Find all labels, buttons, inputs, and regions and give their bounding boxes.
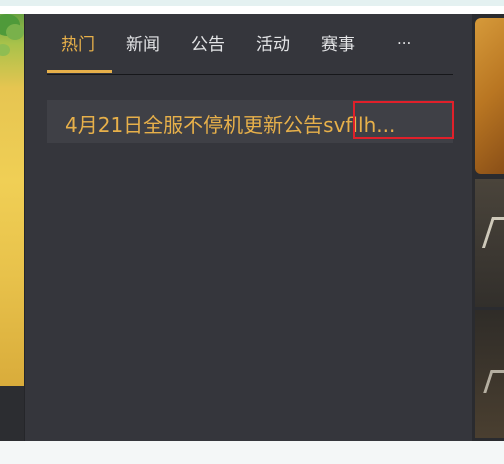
tab-announcements[interactable]: 公告 [191, 30, 225, 74]
leaf-shape [0, 44, 10, 56]
highlight-box [353, 101, 454, 139]
news-item-title[interactable]: 4月21日全服不停机更新公告svfllh... [65, 109, 395, 138]
tab-news[interactable]: 新闻 [126, 30, 160, 74]
news-tabs: 热门 新闻 公告 活动 赛事 ... [47, 14, 453, 75]
page: 热门 新闻 公告 活动 赛事 ... 4月21日全服不停机更新公告svfllh.… [0, 0, 504, 464]
bottom-strip [0, 441, 504, 464]
tab-tournaments[interactable]: 赛事 [321, 30, 355, 74]
tab-events[interactable]: 活动 [256, 30, 290, 74]
right-banner-column [472, 14, 504, 441]
banner-card[interactable] [475, 18, 504, 174]
tab-more[interactable]: ... [397, 30, 411, 74]
leaf-shape [6, 24, 24, 40]
character-glyph-icon [481, 217, 504, 248]
left-bottom-block [0, 386, 24, 441]
news-panel: 热门 新闻 公告 活动 赛事 ... 4月21日全服不停机更新公告svfllh.… [24, 14, 473, 441]
banner-card[interactable] [475, 310, 504, 438]
top-strip [0, 0, 504, 6]
active-tab-indicator [47, 70, 112, 73]
left-banner-art [0, 14, 24, 386]
tab-hot[interactable]: 热门 [61, 30, 95, 74]
character-glyph-icon [483, 370, 504, 393]
banner-card[interactable] [475, 179, 504, 307]
